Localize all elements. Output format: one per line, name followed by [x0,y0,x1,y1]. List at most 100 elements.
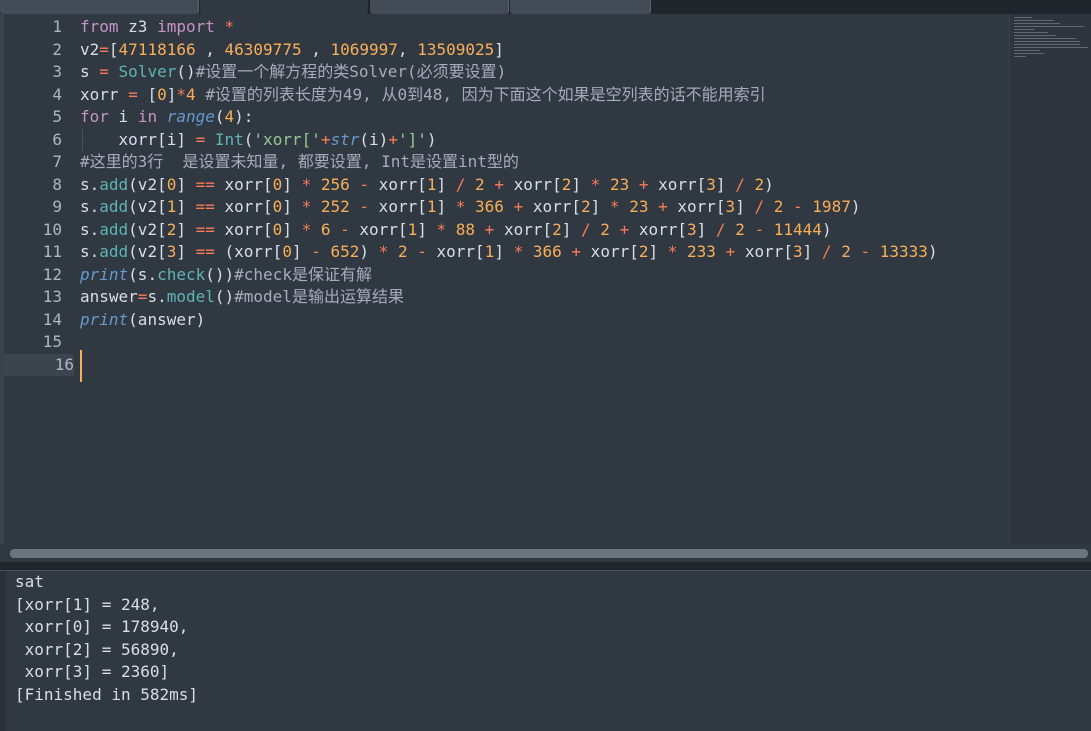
code-token: (v2[ [128,174,167,194]
code-token: 2 [166,219,177,239]
code-token: 3 [687,219,697,239]
minimap-line [1014,23,1060,24]
panel-left-border [0,571,6,731]
code-line-11[interactable]: s.add(v2[3] == (xorr[0] - 652) * 2 - xor… [80,241,938,264]
minimap-line [1014,35,1056,36]
code-token: s. [80,197,100,216]
code-token: ] [176,219,196,239]
code-token: 256 [320,174,350,194]
code-line-7[interactable]: #这里的3行 是设置未知量, 都要设置, Int是设置int型的 [80,151,519,174]
line-number: 11 [42,242,62,261]
horizontal-scrollbar[interactable] [10,549,1088,558]
code-line-4[interactable]: xorr = [0]*4 #设置的列表长度为49, 从0到48, 因为下面这个如… [80,84,766,107]
code-comment: #这里的3行 是设置未知量, 都要设置, Int是设置int型的 [80,152,519,171]
build-output-panel[interactable]: sat [xorr[1] = 248, xorr[0] = 178940, xo… [0,570,1091,731]
code-token: 13509025 [417,39,495,59]
tab-active[interactable] [200,0,368,14]
tab-1[interactable] [0,0,199,14]
code-line-2[interactable]: v2=[47118166 , 46309775 , 1069997, 13509… [80,39,504,62]
code-token: ] [735,197,755,216]
code-token: 0 [157,84,167,104]
code-token: + [388,129,398,149]
code-line-6[interactable]: xorr[i] = Int('xorr['+str(i)+']') [80,129,437,152]
code-token: * [667,242,678,261]
code-line-5[interactable]: for i in range(4): [80,106,253,129]
tab-4[interactable] [510,0,651,14]
output-line: xorr[0] = 178940, [15,617,189,636]
code-token: range [166,107,215,126]
code-token: (xorr[ [214,242,283,261]
minimap-line [1014,20,1054,21]
code-token: 2 [773,197,784,216]
code-line-13[interactable]: answer=s.model()#model是输出运算结果 [80,286,404,309]
code-token: 652 [330,242,360,261]
line-number: 5 [52,107,62,126]
code-token: ) [359,242,379,261]
minimap-line [1014,17,1032,18]
code-token: () [214,287,235,306]
panel-divider[interactable] [0,562,1091,570]
minimap-line [1014,29,1034,30]
code-token: 0 [272,197,283,216]
minimap[interactable] [1009,14,1091,544]
code-token: 13333 [879,242,928,261]
line-number: 9 [52,197,62,216]
code-line-3[interactable]: s = Solver()#设置一个解方程的类Solver(必须要设置) [80,61,506,84]
code-line-8[interactable]: s.add(v2[0] == xorr[0] * 256 - xorr[1] /… [80,174,774,197]
code-token: 233 [687,242,716,261]
code-token: ( [214,107,225,126]
code-token: 252 [320,197,350,216]
code-token: 2 [600,219,610,239]
code-token: 23 [609,174,630,194]
code-token: - [359,197,370,216]
code-token: - [860,242,871,261]
code-token: (i) [359,129,389,149]
code-line-9[interactable]: s.add(v2[1] == xorr[0] * 252 - xorr[1] *… [80,196,860,219]
code-token: 'xorr[' [253,129,321,149]
code-line-10[interactable]: s.add(v2[2] == xorr[0] * 6 - xorr[1] * 8… [80,219,832,242]
code-token: ) [426,129,437,149]
code-token: (v2[ [128,197,167,216]
code-token: from [80,17,119,36]
code-token: xorr[i] [80,129,196,149]
line-number-gutter: 1 2 3 4 5 6 7 8 9 10 11 12 13 14 15 16 [4,14,74,544]
tab-bar [0,0,1091,14]
code-token: 366 [475,197,504,216]
code-token: 1987 [812,197,851,216]
code-area[interactable]: from z3 import * v2=[47118166 , 46309775… [80,14,1010,544]
code-token: import [157,17,215,36]
code-token: 2 [475,174,485,194]
tab-3[interactable] [370,0,509,14]
code-token: ] [436,197,456,216]
code-token: s. [80,219,100,239]
code-token: ] [802,242,822,261]
code-token: + [320,129,331,149]
code-token: xorr[ [214,197,273,216]
code-line-14[interactable]: print(answer) [80,309,205,332]
code-token: 3 [166,242,177,261]
code-token: model [166,287,215,306]
code-token: (v2[ [128,219,167,239]
code-editor[interactable]: 1 2 3 4 5 6 7 8 9 10 11 12 13 14 15 16 f… [0,14,1091,544]
code-token: ] [166,84,177,104]
code-token: 0 [272,219,283,239]
output-line: [xorr[1] = 248, [15,594,160,614]
code-line-12[interactable]: print(s.check())#check是保证有解 [80,264,372,287]
code-token: ] [561,219,582,239]
code-line-1[interactable]: from z3 import * [80,16,234,39]
code-token: xorr[ [214,174,273,194]
code-token: + [571,242,582,261]
